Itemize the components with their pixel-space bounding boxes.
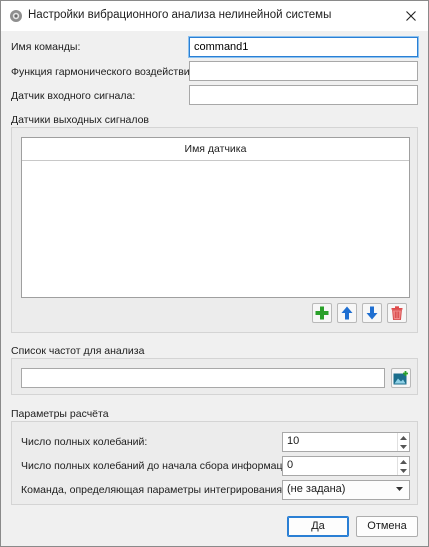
harmonic-function-label: Функция гармонического воздействия: bbox=[11, 66, 199, 78]
output-sensors-title: Датчики выходных сигналов bbox=[11, 114, 149, 126]
move-down-button[interactable] bbox=[362, 303, 382, 323]
frequency-list-input[interactable] bbox=[21, 368, 385, 388]
harmonic-function-input[interactable] bbox=[189, 61, 418, 81]
chevron-up-icon bbox=[400, 459, 407, 464]
title-bar: Настройки вибрационного анализа нелинейн… bbox=[1, 1, 428, 31]
full-oscillations-spinbox[interactable]: 10 bbox=[282, 432, 410, 452]
window-title: Настройки вибрационного анализа нелинейн… bbox=[28, 9, 332, 21]
command-name-label: Имя команды: bbox=[11, 41, 81, 53]
close-icon bbox=[406, 11, 416, 21]
chevron-up-icon bbox=[400, 435, 407, 440]
calc-params-title: Параметры расчёта bbox=[11, 408, 109, 420]
spin-down-button[interactable] bbox=[398, 442, 409, 451]
arrow-down-icon bbox=[366, 306, 378, 320]
output-sensors-group: Имя датчика bbox=[11, 127, 418, 333]
trash-icon bbox=[391, 306, 403, 320]
full-oscillations-label: Число полных колебаний: bbox=[21, 436, 148, 448]
frequency-list-title: Список частот для анализа bbox=[11, 345, 145, 357]
ok-button[interactable]: Да bbox=[287, 516, 349, 537]
spin-up-button[interactable] bbox=[398, 457, 409, 466]
spin-arrows bbox=[397, 457, 409, 475]
integration-command-label: Команда, определяющая параметры интегрир… bbox=[21, 484, 285, 496]
calc-params-group: Число полных колебаний: 10 Число полных … bbox=[11, 421, 418, 505]
oscillations-before-collect-label: Число полных колебаний до начала сбора и… bbox=[21, 460, 298, 472]
oscillations-before-collect-spinbox[interactable]: 0 bbox=[282, 456, 410, 476]
input-sensor-input[interactable] bbox=[189, 85, 418, 105]
dialog-window: Настройки вибрационного анализа нелинейн… bbox=[0, 0, 429, 547]
image-edit-icon bbox=[393, 371, 408, 385]
integration-command-combobox[interactable]: (не задана) bbox=[282, 480, 410, 500]
input-sensor-label: Датчик входного сигнала: bbox=[11, 90, 136, 102]
spin-up-button[interactable] bbox=[398, 433, 409, 442]
output-sensors-table[interactable]: Имя датчика bbox=[21, 137, 410, 298]
spin-arrows bbox=[397, 433, 409, 451]
integration-command-value: (не задана) bbox=[287, 483, 346, 495]
edit-frequency-button[interactable] bbox=[391, 368, 411, 388]
arrow-up-icon bbox=[341, 306, 353, 320]
close-button[interactable] bbox=[394, 1, 428, 31]
chevron-down-icon bbox=[400, 468, 407, 473]
oscillations-before-collect-value: 0 bbox=[287, 459, 294, 471]
command-name-input[interactable]: command1 bbox=[189, 37, 418, 57]
spin-down-button[interactable] bbox=[398, 466, 409, 475]
plus-icon bbox=[315, 306, 329, 320]
move-up-button[interactable] bbox=[337, 303, 357, 323]
full-oscillations-value: 10 bbox=[287, 435, 300, 447]
sensor-name-column-header[interactable]: Имя датчика bbox=[22, 138, 409, 161]
delete-sensor-button[interactable] bbox=[387, 303, 407, 323]
chevron-down-icon bbox=[396, 487, 403, 491]
add-sensor-button[interactable] bbox=[312, 303, 332, 323]
frequency-list-group bbox=[11, 358, 418, 395]
chevron-down-icon bbox=[400, 444, 407, 449]
app-icon bbox=[9, 9, 23, 23]
cancel-button[interactable]: Отмена bbox=[356, 516, 418, 537]
